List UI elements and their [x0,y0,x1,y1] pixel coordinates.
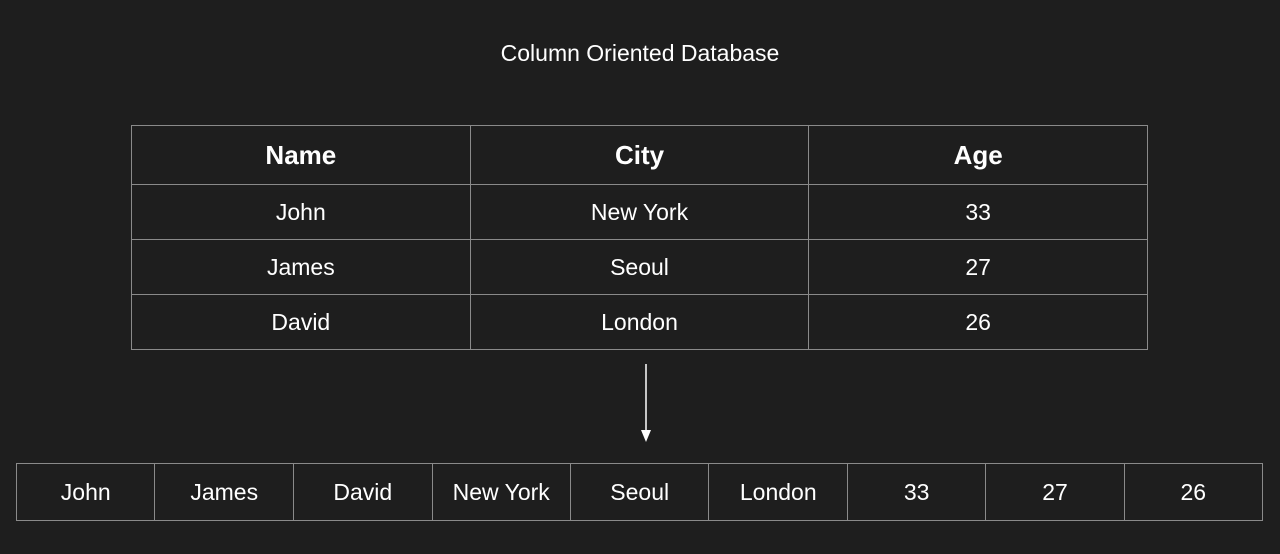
header-cell-city: City [469,125,810,185]
table-cell: New York [469,184,810,240]
table-row: John New York 33 [131,184,1148,240]
header-cell-name: Name [131,125,471,185]
table-cell: 26 [808,294,1148,350]
row-table: Name City Age John New York 33 James Seo… [131,125,1148,350]
storage-cell: David [293,463,433,521]
storage-cell: John [15,463,156,521]
table-cell: London [469,294,810,350]
down-arrow-icon [641,364,651,442]
table-cell: 33 [808,184,1148,240]
table-cell: David [131,294,471,350]
column-storage-strip: John James David New York Seoul London 3… [15,463,1264,521]
table-row: David London 26 [131,294,1148,350]
storage-row: John James David New York Seoul London 3… [15,463,1264,521]
storage-cell: 26 [1123,463,1264,521]
storage-cell: James [154,463,295,521]
header-cell-age: Age [808,125,1148,185]
table-cell: Seoul [469,239,810,295]
table-header-row: Name City Age [131,125,1148,185]
storage-cell: Seoul [569,463,710,521]
storage-cell: London [708,463,849,521]
table-cell: James [131,239,471,295]
table-cell: 27 [808,239,1148,295]
storage-cell: 33 [847,463,987,521]
storage-cell: 27 [985,463,1125,521]
table-row: James Seoul 27 [131,239,1148,295]
storage-cell: New York [431,463,571,521]
diagram-title: Column Oriented Database [500,40,780,66]
table-cell: John [131,184,471,240]
